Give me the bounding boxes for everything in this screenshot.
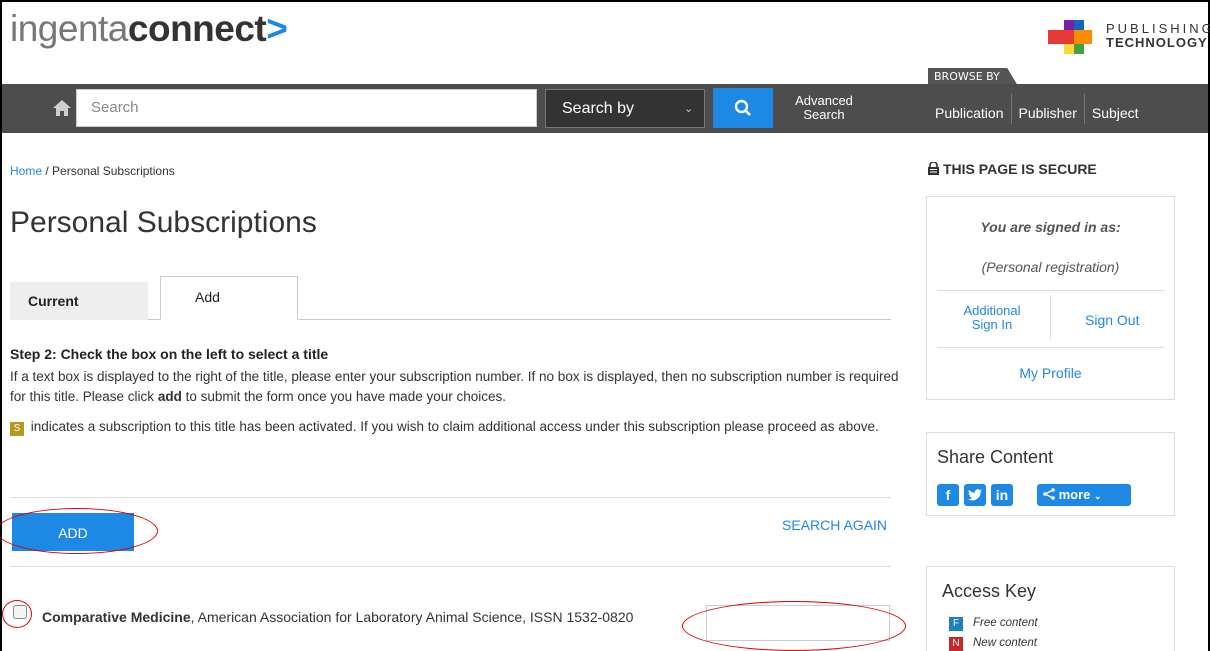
step-heading: Step 2: Check the box on the left to sel… bbox=[10, 346, 329, 362]
annotation-ellipse-subscription bbox=[682, 601, 906, 651]
title-detail: , American Association for Laboratory An… bbox=[190, 609, 634, 625]
activation-note-text: indicates a subscription to this title h… bbox=[27, 419, 879, 434]
share-more-button[interactable]: more ⌄ bbox=[1037, 484, 1131, 506]
browse-links: Publication Publisher Subject bbox=[928, 94, 1146, 124]
access-key-free: F Free content bbox=[949, 617, 1038, 631]
divider bbox=[1050, 295, 1051, 339]
breadcrumb-current: Personal Subscriptions bbox=[52, 164, 175, 178]
publishing-technology-logo[interactable]: PUBLISHING TECHNOLOGY bbox=[1046, 18, 1210, 54]
title-entry: Comparative Medicine, American Associati… bbox=[42, 607, 672, 628]
additional-sign-in-link[interactable]: Additional Sign In bbox=[952, 304, 1032, 332]
share-title: Share Content bbox=[937, 447, 1054, 467]
pt-logo-square-yellow bbox=[1064, 44, 1074, 54]
lock-icon bbox=[928, 161, 939, 175]
pt-logo-square-purple bbox=[1064, 20, 1074, 30]
access-key-panel: Access Key F Free content N New content bbox=[926, 566, 1175, 651]
search-button[interactable] bbox=[713, 88, 773, 128]
activation-note: S indicates a subscription to this title… bbox=[10, 417, 900, 437]
access-key-new-label: New content bbox=[973, 637, 1037, 649]
search-by-label: Search by bbox=[562, 100, 635, 117]
logo-light-text: ingenta bbox=[10, 8, 128, 49]
instructions-text-b: to submit the form once you have made yo… bbox=[181, 389, 506, 404]
title-name: Comparative Medicine bbox=[42, 609, 191, 625]
tab-current[interactable]: Current bbox=[10, 282, 148, 320]
access-key-new: N New content bbox=[949, 637, 1037, 651]
home-icon[interactable] bbox=[52, 93, 74, 123]
pt-logo-line2: TECHNOLOGY bbox=[1106, 35, 1208, 50]
page-title: Personal Subscriptions bbox=[10, 206, 317, 239]
divider bbox=[10, 566, 891, 567]
new-content-badge-icon: N bbox=[949, 637, 963, 651]
breadcrumb: Home / Personal Subscriptions bbox=[10, 164, 175, 178]
pt-logo-square-red bbox=[1048, 30, 1074, 44]
pt-logo-square-green bbox=[1074, 44, 1084, 54]
registration-type: (Personal registration) bbox=[981, 259, 1120, 275]
sign-in-panel: You are signed in as: (Personal registra… bbox=[926, 196, 1175, 400]
share-content-panel: Share Content f in more ⌄ bbox=[926, 432, 1175, 516]
browse-publication-link[interactable]: Publication bbox=[928, 94, 1012, 124]
divider bbox=[10, 497, 891, 498]
free-content-badge-icon: F bbox=[949, 617, 963, 631]
instructions-add-word: add bbox=[157, 389, 182, 404]
sign-out-link[interactable]: Sign Out bbox=[1085, 312, 1139, 328]
breadcrumb-separator: / bbox=[45, 164, 49, 178]
pt-logo-square-blue bbox=[1074, 20, 1084, 30]
ingentaconnect-logo[interactable]: ingentaconnect> bbox=[10, 8, 288, 50]
advanced-search-link[interactable]: Advanced Search bbox=[784, 94, 864, 122]
logo-bold-text: connect bbox=[127, 8, 267, 49]
pt-logo-line1: PUBLISHING bbox=[1106, 21, 1210, 36]
search-again-link[interactable]: SEARCH AGAIN bbox=[782, 517, 887, 533]
subscription-tabs: Current Add bbox=[10, 276, 891, 320]
chevron-down-icon: ⌄ bbox=[1094, 491, 1102, 501]
twitter-icon[interactable] bbox=[964, 484, 986, 506]
search-icon bbox=[734, 99, 751, 116]
search-by-dropdown[interactable]: Search by ⌄ bbox=[545, 89, 705, 128]
divider bbox=[937, 290, 1164, 291]
access-key-free-label: Free content bbox=[973, 617, 1038, 629]
breadcrumb-home-link[interactable]: Home bbox=[10, 164, 42, 178]
access-key-title: Access Key bbox=[942, 581, 1037, 601]
tab-add[interactable]: Add bbox=[160, 276, 298, 320]
linkedin-icon[interactable]: in bbox=[991, 484, 1013, 506]
annotation-ellipse-checkbox bbox=[2, 600, 32, 628]
chevron-down-icon: ⌄ bbox=[684, 103, 694, 115]
pt-logo-square-orange bbox=[1074, 30, 1092, 44]
divider bbox=[937, 347, 1164, 348]
search-input[interactable]: Search bbox=[76, 89, 537, 127]
secure-notice: THIS PAGE IS SECURE bbox=[927, 161, 1097, 177]
my-profile-link[interactable]: My Profile bbox=[927, 365, 1174, 381]
share-more-label: more bbox=[1058, 487, 1091, 502]
signed-in-as-label: You are signed in as: bbox=[980, 219, 1121, 235]
subscription-badge-icon: S bbox=[10, 422, 24, 436]
facebook-icon[interactable]: f bbox=[937, 484, 959, 506]
browse-publisher-link[interactable]: Publisher bbox=[1012, 94, 1085, 124]
secure-label: THIS PAGE IS SECURE bbox=[943, 161, 1097, 177]
browse-subject-link[interactable]: Subject bbox=[1085, 94, 1146, 124]
annotation-ellipse-add bbox=[0, 508, 158, 554]
instructions-paragraph: If a text box is displayed to the right … bbox=[10, 367, 900, 407]
share-icon bbox=[1043, 488, 1055, 500]
logo-arrow-icon: > bbox=[266, 8, 288, 49]
